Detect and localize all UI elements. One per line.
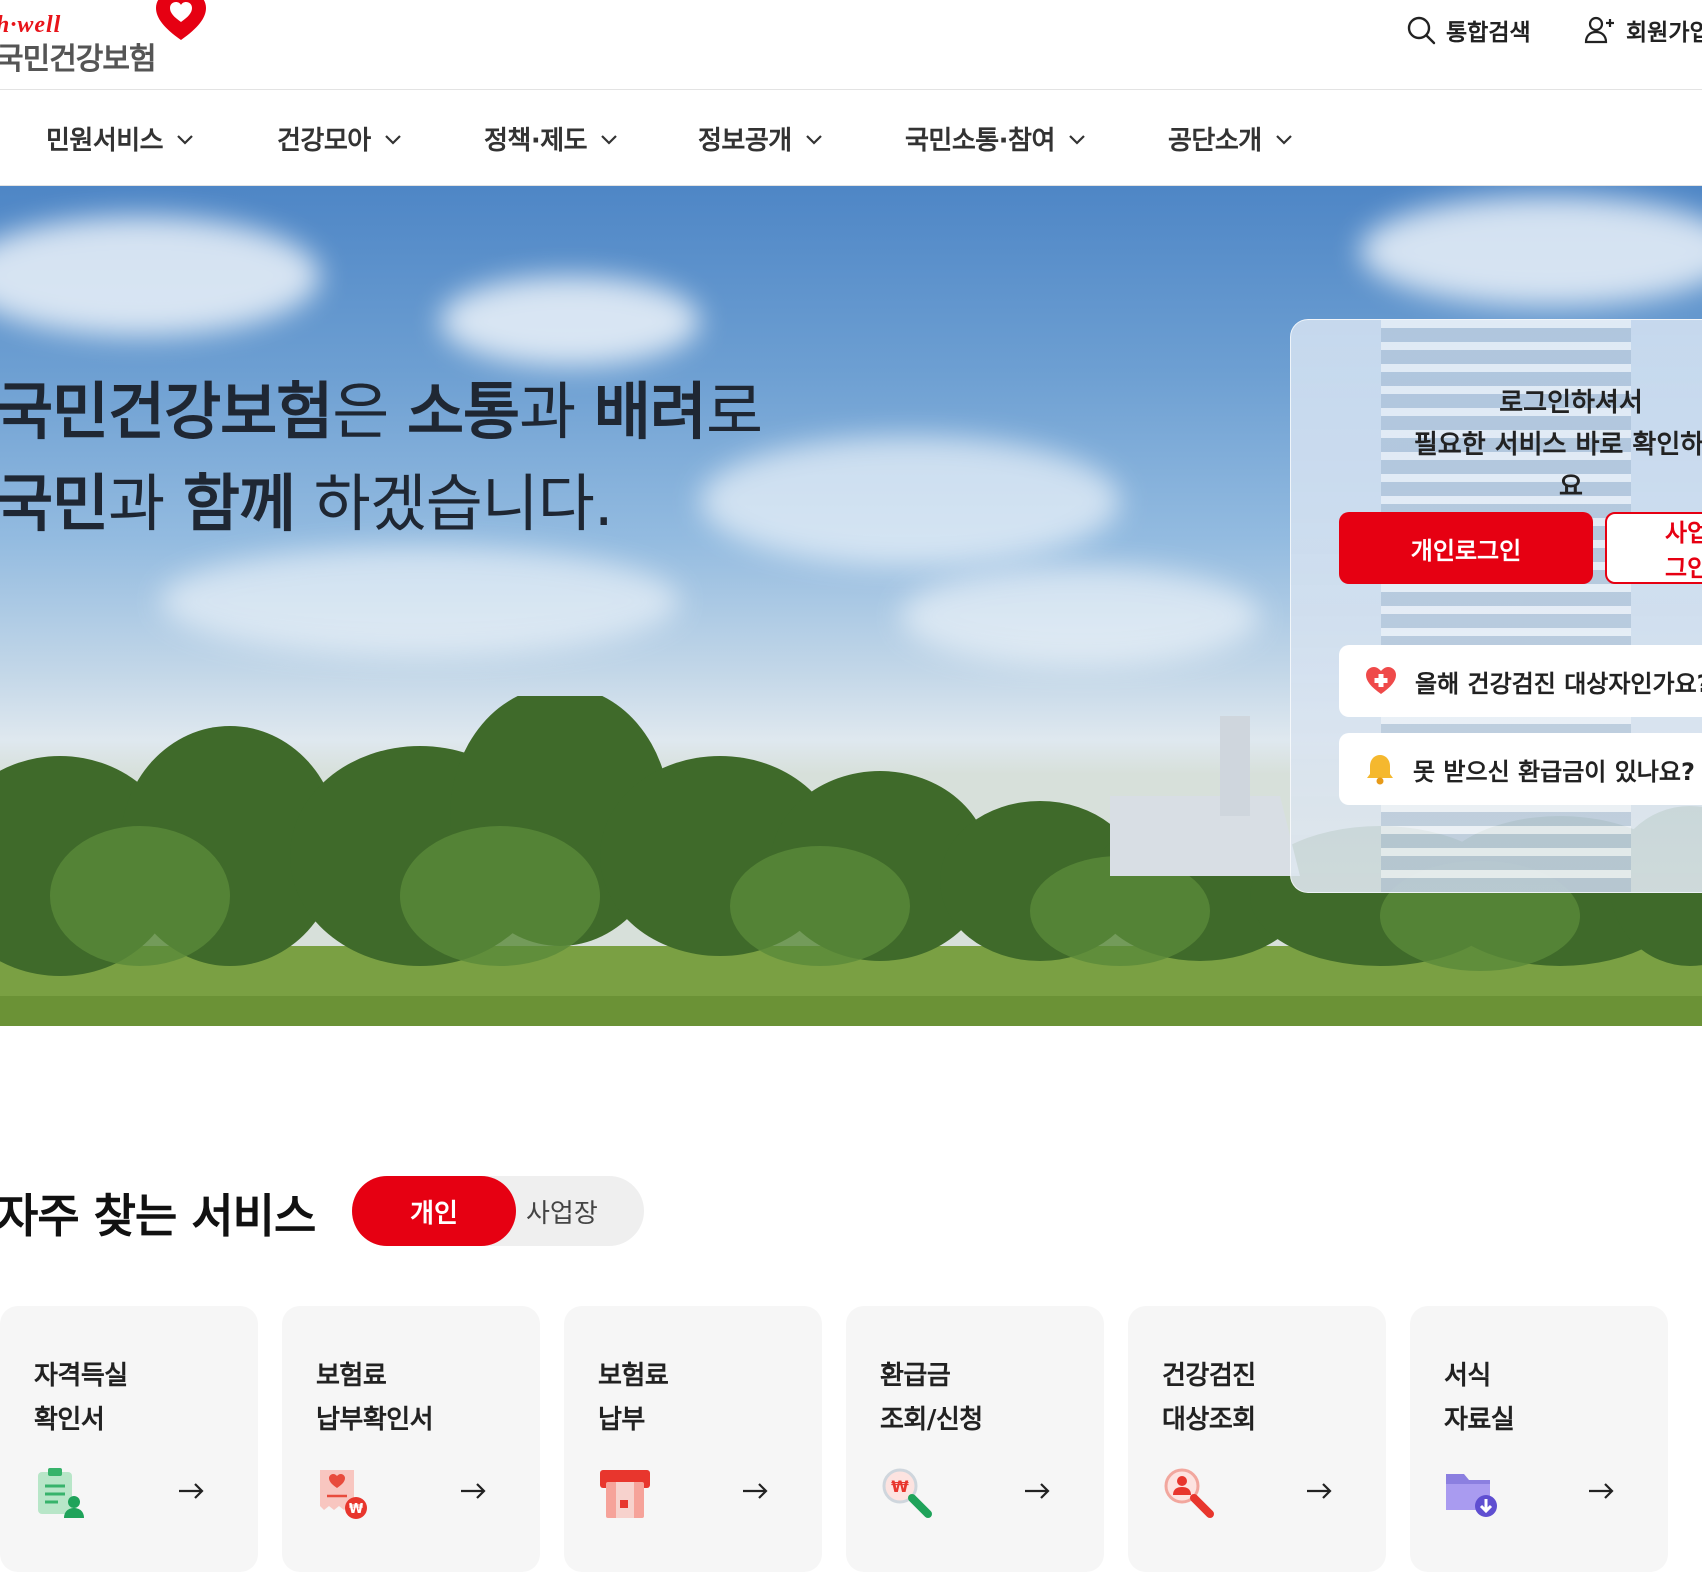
integrated-search-label: 통합검색 — [1446, 20, 1531, 46]
cloud — [900, 566, 1260, 666]
logo-title: 국민건강보험 — [0, 42, 157, 77]
join-label: 회원가입 — [1626, 20, 1702, 46]
service-card-payment-certificate[interactable]: 보험료 납부확인서 ₩ — [282, 1306, 540, 1572]
business-login-button[interactable]: 사업장로그인 — [1605, 512, 1702, 584]
hero-emphasis: 함께 — [182, 467, 296, 540]
cloud — [160, 546, 680, 656]
chevron-down-icon — [1069, 134, 1085, 145]
card-label: 서식 자료실 — [1444, 1361, 1515, 1435]
join-button[interactable]: 회원가입 — [1584, 10, 1702, 50]
cloud — [1360, 196, 1702, 306]
chevron-down-icon — [805, 134, 822, 145]
favorites-title: 자주 찾는 서비스 — [0, 1189, 316, 1243]
arrow-right-icon — [1025, 1483, 1050, 1499]
service-card-qualification[interactable]: 자격득실 확인서 — [0, 1306, 258, 1572]
hero-emphasis: 배려 — [593, 375, 707, 448]
service-card-refund[interactable]: 환급금 조회/신청 ₩ — [846, 1306, 1104, 1572]
service-card-forms[interactable]: 서식 자료실 — [1410, 1306, 1668, 1572]
chevron-down-icon — [1275, 134, 1292, 145]
nav-item-health-moa[interactable]: 건강모아 — [277, 120, 403, 157]
hero-headline-line2: 국민과 함께 하겠습니다. — [0, 458, 762, 550]
hero-text-part: 은 — [332, 375, 407, 448]
search-icon — [1407, 16, 1436, 45]
hero-emphasis: 국민건강보험 — [0, 375, 333, 448]
arrow-right-icon — [179, 1483, 204, 1499]
hero-emphasis: 소통 — [407, 375, 520, 448]
main-navigation: 민원서비스 건강모아 정책·제도 정보공개 국민소통·참여 공단소개 — [0, 90, 1702, 186]
site-header: h·well 국민건강보험 통합검색 회원가입 — [0, 0, 1702, 90]
checkup-target-label: 올해 건강검진 대상자인가요? — [1415, 669, 1702, 698]
hero-banner: 국민건강보험은 소통과 배려로 국민과 함께 하겠습니다. 로그인하셔서 필요한… — [0, 186, 1702, 1026]
card-label: 자격득실 확인서 — [34, 1361, 128, 1435]
personal-login-button[interactable]: 개인로그인 — [1339, 512, 1593, 584]
hero-headline: 국민건강보험은 소통과 배려로 국민과 함께 하겠습니다. — [0, 366, 763, 550]
folder-download-icon — [1446, 1474, 1497, 1517]
nav-item-label: 민원서비스 — [46, 126, 164, 156]
nav-item-disclosure[interactable]: 정보공개 — [698, 120, 824, 157]
receipt-won-icon: ₩ — [320, 1470, 367, 1519]
chevron-down-icon — [384, 134, 401, 145]
bell-icon — [1367, 755, 1393, 785]
favorites-toggle: 개인 사업장 — [352, 1176, 644, 1246]
card-label: 보험료 납부 — [598, 1361, 669, 1435]
nav-item-civil-service[interactable]: 민원서비스 — [46, 120, 195, 157]
nav-item-about[interactable]: 공단소개 — [1168, 120, 1294, 157]
svg-text:₩: ₩ — [891, 1477, 909, 1496]
hero-text-part: 과 — [519, 375, 594, 448]
checkup-target-link[interactable]: 올해 건강검진 대상자인가요? — [1339, 645, 1702, 717]
chevron-down-icon — [601, 134, 617, 145]
nhis-logo[interactable]: h·well 국민건강보험 — [0, 0, 216, 80]
nav-item-policy[interactable]: 정책·제도 — [484, 120, 619, 157]
search-won-icon: ₩ — [882, 1468, 932, 1518]
heart-plus-icon — [1366, 667, 1396, 694]
certificate-user-icon — [38, 1468, 84, 1518]
cloud — [0, 216, 320, 336]
heart-logo-icon — [156, 0, 206, 40]
nav-item-label: 건강모아 — [277, 126, 371, 156]
refund-label: 못 받으신 환급금이 있나요? — [1413, 757, 1695, 786]
arrow-right-icon — [743, 1483, 768, 1499]
payment-machine-icon — [600, 1470, 650, 1518]
search-person-icon — [1164, 1468, 1214, 1518]
arrow-right-icon — [1307, 1483, 1332, 1499]
login-panel: 로그인하셔서 필요한 서비스 바로 확인하세요 개인로그인 사업장로그인 올해 … — [1290, 319, 1702, 893]
hero-text-part: 로 — [705, 375, 763, 448]
cloud — [700, 436, 1120, 566]
chevron-down-icon — [177, 134, 193, 145]
hero-emphasis: 국민 — [0, 467, 109, 540]
login-message: 로그인하셔서 필요한 서비스 바로 확인하세요 — [1413, 388, 1702, 502]
refund-link[interactable]: 못 받으신 환급금이 있나요? — [1339, 733, 1702, 805]
hero-text-part: 하겠습니다. — [294, 467, 614, 540]
user-plus-icon — [1584, 16, 1614, 44]
cloud — [440, 276, 700, 366]
nav-item-label: 정책·제도 — [484, 126, 588, 156]
nav-item-label: 정보공개 — [698, 126, 792, 156]
card-label: 보험료 납부확인서 — [316, 1361, 434, 1435]
nav-item-label: 국민소통·참여 — [905, 126, 1055, 156]
service-card-checkup[interactable]: 건강검진 대상조회 — [1128, 1306, 1386, 1572]
hero-text-part: 과 — [108, 467, 183, 540]
nav-item-label: 공단소개 — [1168, 126, 1262, 156]
integrated-search-button[interactable]: 통합검색 — [1406, 10, 1531, 50]
arrow-right-icon — [461, 1483, 486, 1499]
toggle-personal[interactable]: 개인 — [352, 1176, 516, 1246]
nav-item-participation[interactable]: 국민소통·참여 — [905, 120, 1087, 157]
hero-headline-line1: 국민건강보험은 소통과 배려로 — [0, 366, 763, 458]
svg-text:₩: ₩ — [349, 1502, 364, 1517]
card-label: 건강검진 대상조회 — [1162, 1361, 1256, 1435]
arrow-right-icon — [1589, 1483, 1614, 1499]
toggle-business[interactable]: 사업장 — [526, 1176, 598, 1246]
card-label: 환급금 조회/신청 — [880, 1361, 983, 1435]
service-card-payment[interactable]: 보험료 납부 — [564, 1306, 822, 1572]
